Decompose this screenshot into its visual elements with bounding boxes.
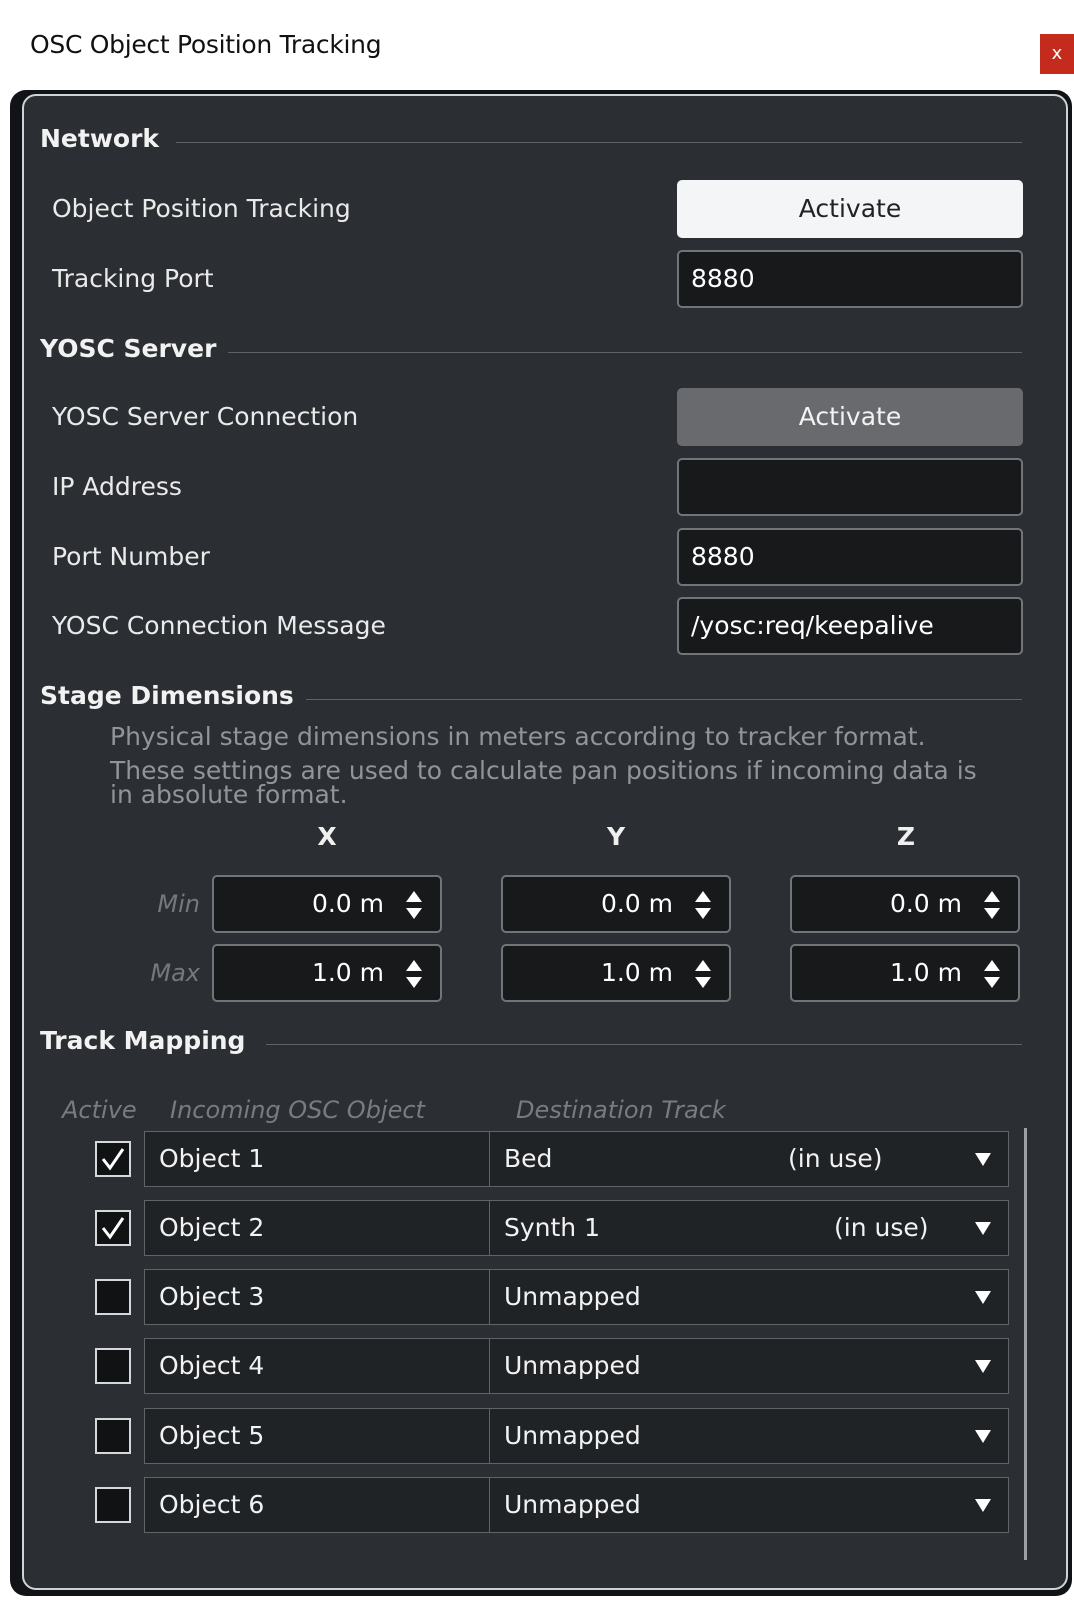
y-max-spinbox[interactable]: 1.0 m (501, 944, 731, 1002)
section-divider (176, 142, 1022, 143)
incoming-object-cell: Object 5 (144, 1408, 490, 1464)
checkmark-icon (101, 1148, 125, 1171)
destination-track-name: Unmapped (504, 1282, 641, 1311)
column-object-header: Incoming OSC Object (170, 1096, 425, 1124)
destination-track-dropdown[interactable]: Unmapped (489, 1338, 1009, 1394)
incoming-object-cell: Object 6 (144, 1477, 490, 1533)
checkmark-icon (101, 1217, 125, 1240)
yosc-activate-button[interactable]: Activate (677, 388, 1023, 446)
section-network-heading: Network (40, 124, 160, 153)
spin-arrows-icon[interactable] (982, 958, 1002, 990)
row-active-checkbox[interactable] (95, 1418, 131, 1454)
row-active-checkbox[interactable] (95, 1279, 131, 1315)
destination-track-dropdown[interactable]: Unmapped (489, 1408, 1009, 1464)
y-min-value: 0.0 m (600, 889, 673, 918)
destination-track-dropdown[interactable]: Synth 1 (in use) (489, 1200, 1009, 1256)
destination-track-name: Bed (504, 1144, 553, 1173)
chevron-down-icon (975, 1360, 991, 1373)
in-use-indicator: (in use) (834, 1213, 929, 1242)
destination-track-name: Unmapped (504, 1421, 641, 1450)
axis-x-label: X (317, 822, 337, 851)
spin-arrows-icon[interactable] (693, 889, 713, 921)
port-number-label: Port Number (52, 542, 210, 571)
z-max-value: 1.0 m (889, 958, 962, 987)
chevron-down-icon (975, 1291, 991, 1304)
ip-address-label: IP Address (52, 472, 182, 501)
incoming-object-cell: Object 3 (144, 1269, 490, 1325)
in-use-indicator: (in use) (788, 1144, 883, 1173)
section-yosc-heading: YOSC Server (40, 334, 217, 363)
chevron-down-icon (975, 1222, 991, 1235)
tracking-activate-button[interactable]: Activate (677, 180, 1023, 238)
spin-arrows-icon[interactable] (404, 958, 424, 990)
chevron-down-icon (975, 1499, 991, 1512)
title-bar: OSC Object Position Tracking x (0, 0, 1074, 92)
section-divider (266, 1044, 1022, 1045)
incoming-object-cell: Object 2 (144, 1200, 490, 1256)
x-max-value: 1.0 m (311, 958, 384, 987)
yosc-message-label: YOSC Connection Message (52, 611, 386, 640)
destination-track-name: Unmapped (504, 1490, 641, 1519)
section-divider (306, 699, 1022, 700)
mapping-scrollbar[interactable] (1024, 1128, 1027, 1560)
x-min-value: 0.0 m (311, 889, 384, 918)
axis-y-label: Y (606, 822, 626, 851)
z-min-spinbox[interactable]: 0.0 m (790, 875, 1020, 933)
chevron-down-icon (975, 1430, 991, 1443)
section-mapping-heading: Track Mapping (40, 1026, 246, 1055)
z-min-value: 0.0 m (889, 889, 962, 918)
ip-address-field[interactable] (677, 458, 1023, 516)
stage-description-line: Physical stage dimensions in meters acco… (110, 722, 926, 751)
tracking-port-field[interactable]: 8880 (677, 250, 1023, 308)
max-label: Max (150, 959, 200, 987)
row-active-checkbox[interactable] (95, 1348, 131, 1384)
object-position-tracking-label: Object Position Tracking (52, 194, 351, 223)
incoming-object-cell: Object 4 (144, 1338, 490, 1394)
destination-track-dropdown[interactable]: Unmapped (489, 1477, 1009, 1533)
min-label: Min (157, 890, 200, 918)
column-active-header: Active (62, 1096, 137, 1124)
spin-arrows-icon[interactable] (982, 889, 1002, 921)
y-max-value: 1.0 m (600, 958, 673, 987)
tracking-port-label: Tracking Port (52, 264, 214, 293)
column-destination-header: Destination Track (516, 1096, 726, 1124)
z-max-spinbox[interactable]: 1.0 m (790, 944, 1020, 1002)
row-active-checkbox[interactable] (95, 1141, 131, 1177)
yosc-connection-label: YOSC Server Connection (52, 402, 359, 431)
port-number-field[interactable]: 8880 (677, 528, 1023, 586)
x-max-spinbox[interactable]: 1.0 m (212, 944, 442, 1002)
x-min-spinbox[interactable]: 0.0 m (212, 875, 442, 933)
y-min-spinbox[interactable]: 0.0 m (501, 875, 731, 933)
stage-description: Physical stage dimensions in meters acco… (110, 720, 1030, 812)
close-button[interactable]: x (1040, 34, 1074, 74)
destination-track-dropdown[interactable]: Unmapped (489, 1269, 1009, 1325)
row-active-checkbox[interactable] (95, 1210, 131, 1246)
spin-arrows-icon[interactable] (693, 958, 713, 990)
section-stage-heading: Stage Dimensions (40, 681, 294, 710)
destination-track-name: Synth 1 (504, 1213, 601, 1242)
yosc-message-field[interactable]: /yosc:req/keepalive (677, 597, 1023, 655)
axis-z-label: Z (896, 822, 916, 851)
destination-track-name: Unmapped (504, 1351, 641, 1380)
destination-track-dropdown[interactable]: Bed (in use) (489, 1131, 1009, 1187)
row-active-checkbox[interactable] (95, 1487, 131, 1523)
spin-arrows-icon[interactable] (404, 889, 424, 921)
chevron-down-icon (975, 1153, 991, 1166)
window-title: OSC Object Position Tracking (30, 30, 382, 59)
incoming-object-cell: Object 1 (144, 1131, 490, 1187)
section-divider (228, 352, 1022, 353)
